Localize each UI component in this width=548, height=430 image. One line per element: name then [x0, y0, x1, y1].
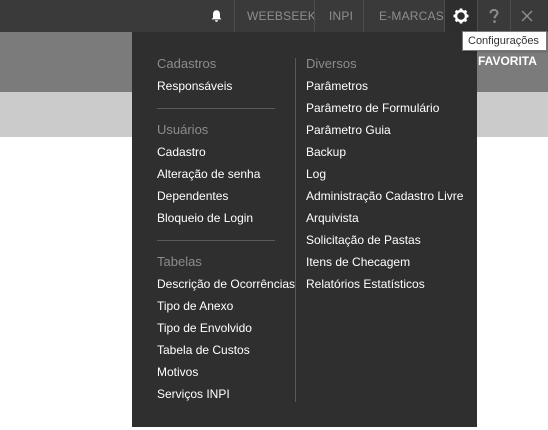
top-bar: WEEBSEEK INPI E-MARCAS: [0, 0, 548, 32]
close-icon: [521, 10, 533, 22]
help-button[interactable]: [478, 0, 510, 32]
section-title-diversos: Diversos: [306, 56, 357, 71]
column-divider: [295, 58, 296, 402]
menu-item-arquivista[interactable]: Arquivista: [306, 211, 471, 226]
favorita-link[interactable]: FAVORITA: [478, 54, 537, 68]
menu-item-dependentes[interactable]: Dependentes: [157, 189, 275, 204]
menu-item-parametro-de-formulario[interactable]: Parâmetro de Formulário: [306, 101, 471, 116]
topbar-separator: [363, 0, 364, 32]
settings-button[interactable]: [445, 0, 477, 32]
menu-item-relatorios-estatisticos[interactable]: Relatórios Estatísticos: [306, 277, 471, 292]
bell-icon: [211, 10, 221, 22]
menu-item-backup[interactable]: Backup: [306, 145, 471, 160]
inpi-link[interactable]: INPI: [329, 0, 353, 32]
close-button[interactable]: [511, 0, 543, 32]
menu-item-alteracao-de-senha[interactable]: Alteração de senha: [157, 167, 275, 182]
weebseek-link[interactable]: WEEBSEEK: [247, 0, 316, 32]
menu-item-itens-de-checagem[interactable]: Itens de Checagem: [306, 255, 471, 270]
menu-item-servicos-inpi[interactable]: Serviços INPI: [157, 387, 275, 402]
menu-item-tipo-de-anexo[interactable]: Tipo de Anexo: [157, 299, 275, 314]
menu-item-responsaveis[interactable]: Responsáveis: [157, 79, 275, 94]
notifications-button[interactable]: [200, 0, 232, 32]
menu-item-motivos[interactable]: Motivos: [157, 365, 275, 380]
menu-item-parametro-guia[interactable]: Parâmetro Guia: [306, 123, 471, 138]
menu-column-right: Diversos Parâmetros Parâmetro de Formulá…: [306, 56, 471, 299]
e-marcas-link[interactable]: E-MARCAS: [379, 0, 444, 32]
settings-tooltip: Configurações: [462, 31, 547, 51]
section-title-tabelas: Tabelas: [157, 254, 202, 269]
menu-item-tabela-de-custos[interactable]: Tabela de Custos: [157, 343, 275, 358]
menu-item-cadastro[interactable]: Cadastro: [157, 145, 275, 160]
menu-item-descricao-de-ocorrencias[interactable]: Descrição de Ocorrências: [157, 277, 295, 292]
section-divider: [157, 108, 275, 109]
topbar-separator: [314, 0, 315, 32]
menu-item-log[interactable]: Log: [306, 167, 471, 182]
section-title-usuarios: Usuários: [157, 122, 209, 137]
menu-item-administracao-cadastro-livre[interactable]: Administração Cadastro Livre: [306, 189, 471, 204]
menu-column-left: Cadastros Responsáveis Usuários Cadastro…: [157, 56, 295, 409]
settings-dropdown-menu: Cadastros Responsáveis Usuários Cadastro…: [132, 32, 477, 427]
gear-icon: [453, 8, 469, 24]
question-icon: [489, 8, 499, 23]
menu-item-bloqueio-de-login[interactable]: Bloqueio de Login: [157, 211, 275, 226]
section-title-cadastros: Cadastros: [157, 56, 217, 71]
menu-item-parametros[interactable]: Parâmetros: [306, 79, 471, 94]
section-divider: [157, 240, 275, 241]
menu-item-tipo-de-envolvido[interactable]: Tipo de Envolvido: [157, 321, 275, 336]
topbar-separator: [234, 0, 235, 32]
menu-item-solicitacao-de-pastas[interactable]: Solicitação de Pastas: [306, 233, 471, 248]
